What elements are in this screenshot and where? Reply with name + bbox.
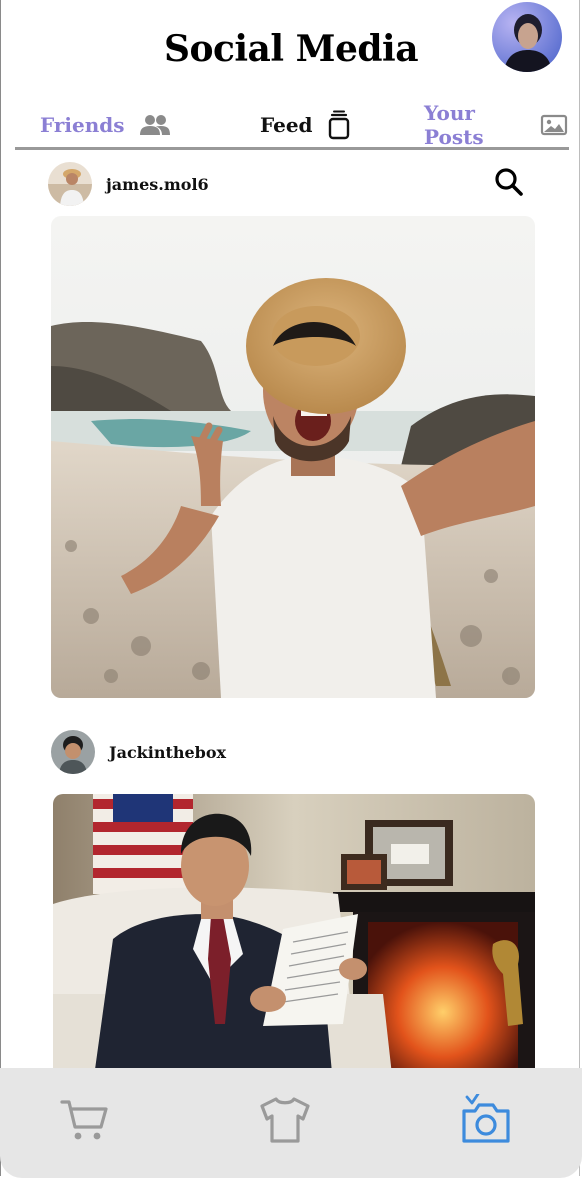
tab-feed-label: Feed <box>260 113 313 137</box>
search-icon[interactable] <box>493 166 525 198</box>
camera-icon <box>459 1092 513 1150</box>
tab-friends-label: Friends <box>40 113 125 137</box>
cart-icon <box>59 1097 109 1147</box>
tab-your-posts-label: Your Posts <box>424 101 484 149</box>
nav-clothing-button[interactable] <box>255 1092 315 1152</box>
tab-bar: Friends Feed Your Posts <box>16 101 568 149</box>
office-portrait-photo[interactable] <box>53 794 535 1084</box>
post-author-username[interactable]: james.mol6 <box>106 175 209 194</box>
tab-feed[interactable]: Feed <box>260 108 351 142</box>
post-author-username[interactable]: Jackinthebox <box>109 743 226 762</box>
nav-shop-button[interactable] <box>54 1092 114 1152</box>
post-author-avatar[interactable] <box>48 162 92 206</box>
people-icon <box>139 114 171 136</box>
post-header: james.mol6 <box>48 162 209 206</box>
tab-divider <box>15 147 569 150</box>
tab-your-posts[interactable]: Your Posts <box>424 101 568 149</box>
beach-selfie-photo[interactable] <box>51 216 535 698</box>
profile-avatar[interactable] <box>492 2 562 72</box>
post-author-avatar[interactable] <box>51 730 95 774</box>
nav-camera-button[interactable] <box>456 1092 516 1152</box>
shirt-icon <box>257 1095 313 1149</box>
tab-friends[interactable]: Friends <box>40 108 171 142</box>
image-icon <box>540 113 568 137</box>
bottom-nav <box>0 1068 582 1178</box>
stack-icon <box>327 110 351 140</box>
post-header: Jackinthebox <box>51 730 226 774</box>
